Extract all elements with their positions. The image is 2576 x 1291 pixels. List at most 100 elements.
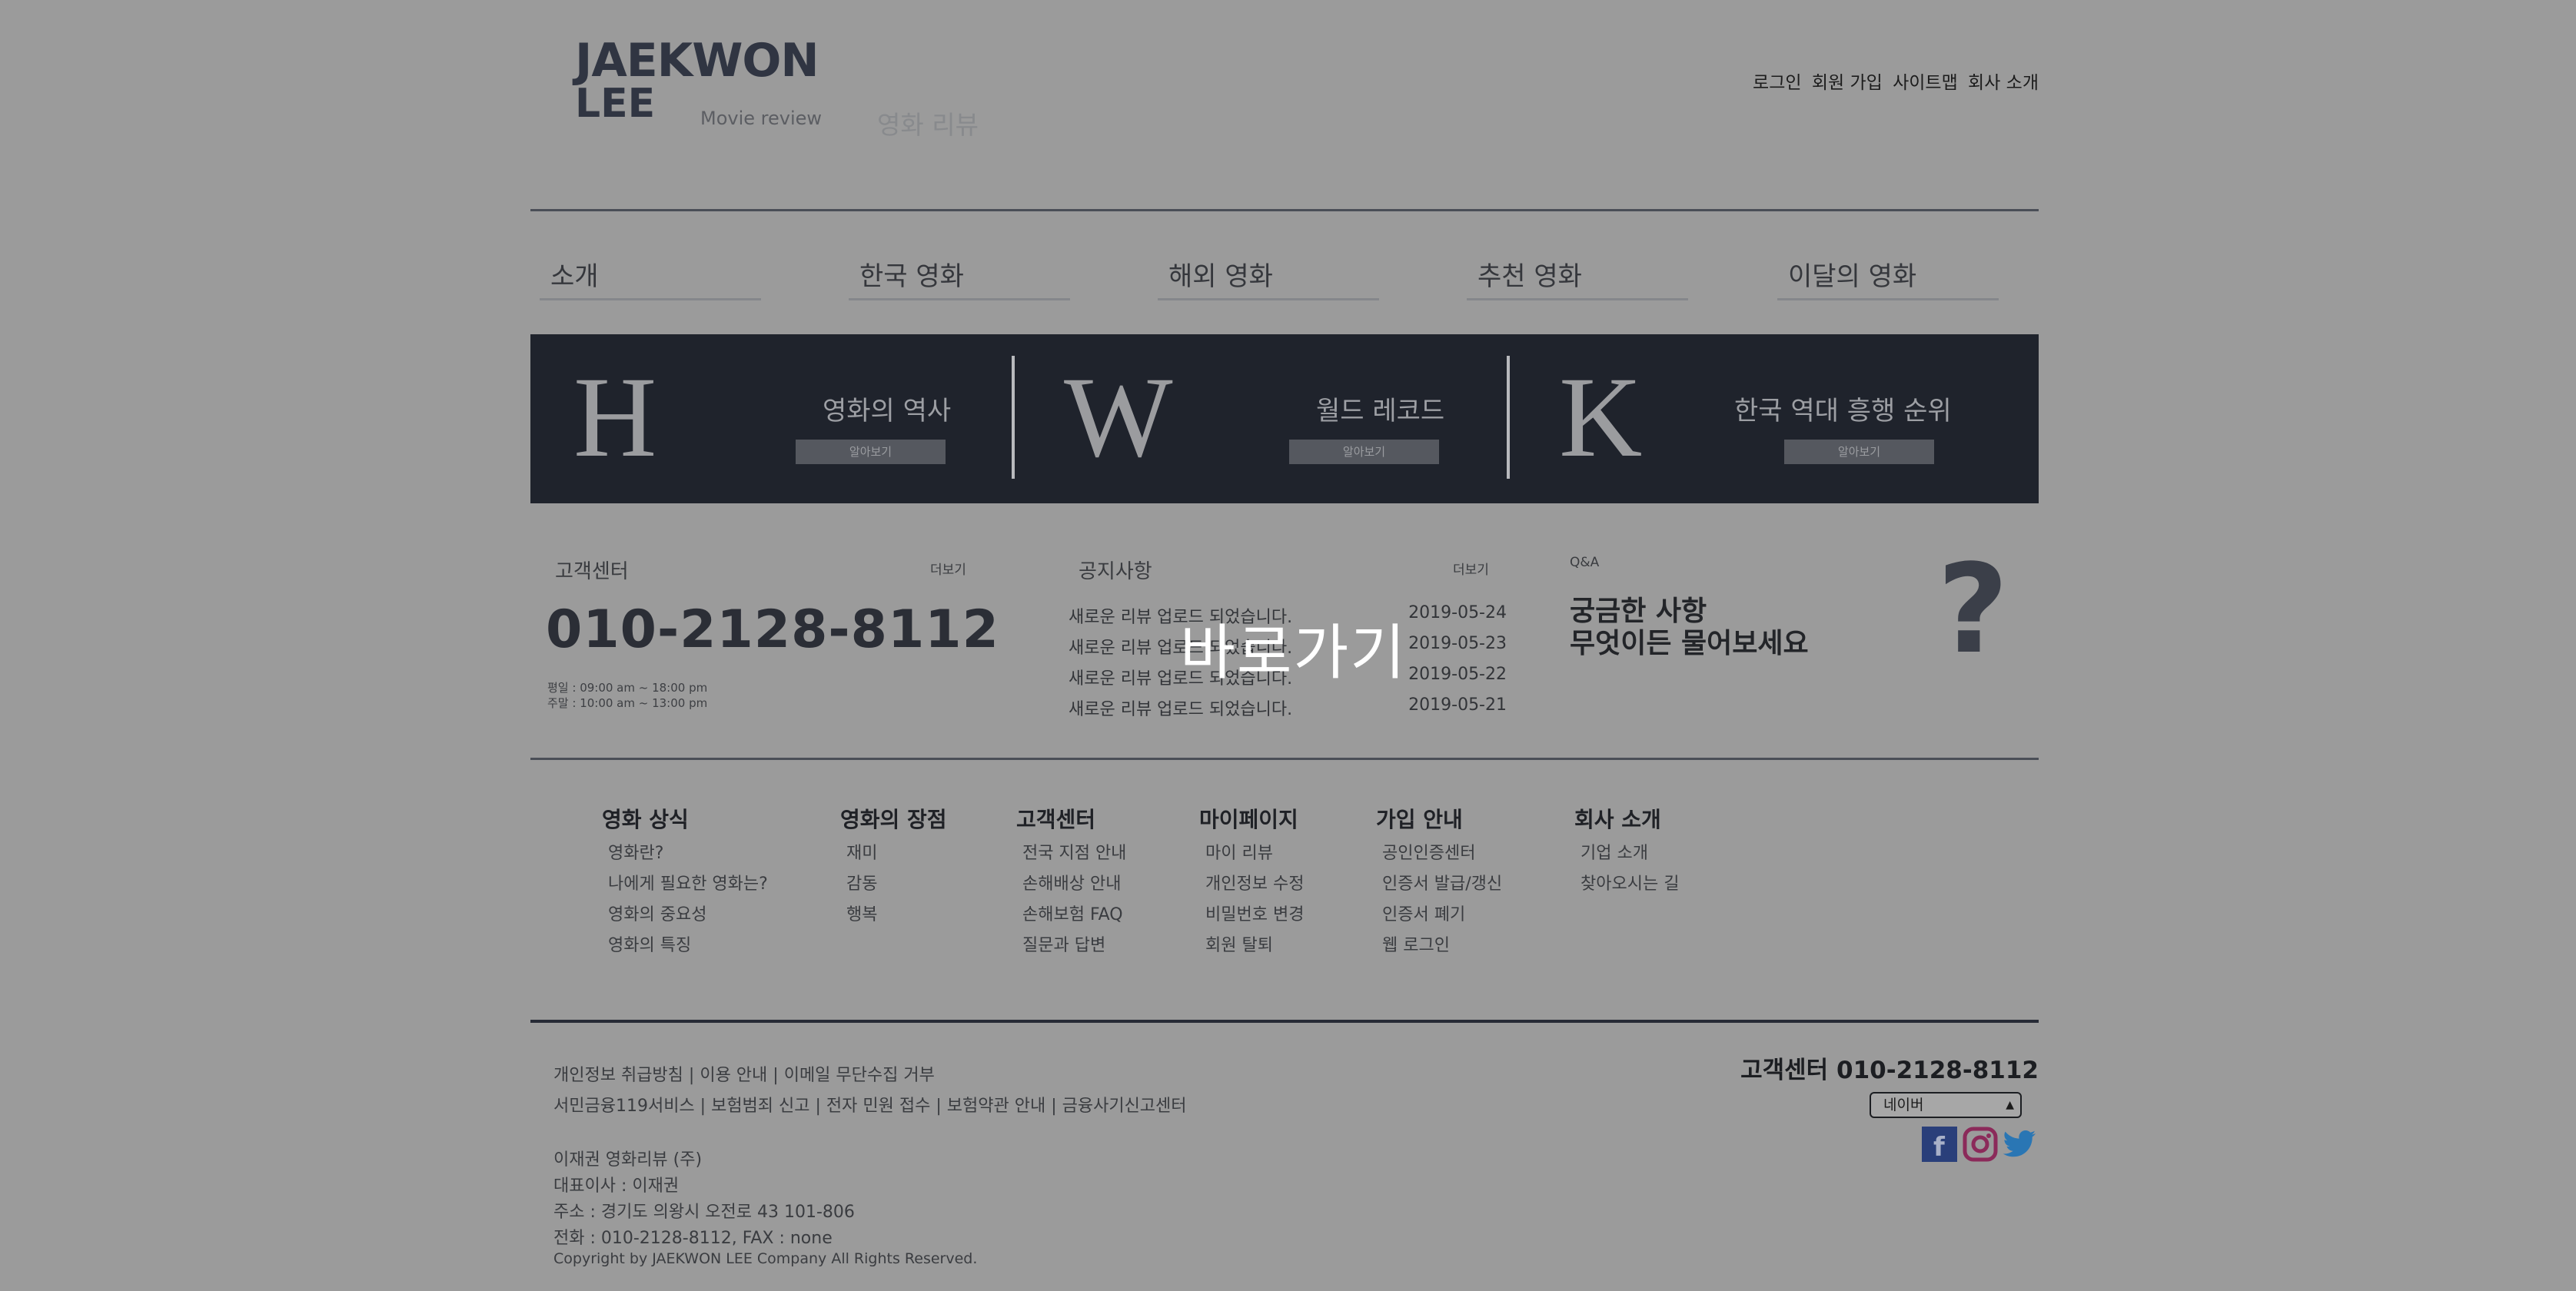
customer-center-label: 고객센터 bbox=[555, 560, 629, 583]
sitemap-link[interactable]: 영화란? bbox=[602, 838, 768, 869]
sitemap-link[interactable]: 영화의 중요성 bbox=[602, 900, 768, 931]
learn-more-button[interactable]: 알아보기 bbox=[796, 440, 946, 464]
banner-title: 영화의 역사 bbox=[823, 396, 952, 426]
qa-label: Q&A bbox=[1570, 555, 1600, 570]
feature-banner: H 영화의 역사 알아보기 W 월드 레코드 알아보기 K 한국 역대 흥행 순… bbox=[530, 334, 2039, 503]
banner-item-history: H 영화의 역사 알아보기 bbox=[530, 334, 1022, 503]
banner-divider bbox=[1012, 356, 1015, 479]
insurance-terms-link[interactable]: 보험약관 안내 bbox=[947, 1097, 1045, 1116]
nav-item-monthly[interactable]: 이달의 영화 bbox=[1777, 257, 1999, 300]
sitemap-heading[interactable]: 마이페이지 bbox=[1199, 803, 1304, 834]
notice-date: 2019-05-24 bbox=[1408, 603, 1507, 622]
sitemap-link[interactable]: 마이 리뷰 bbox=[1199, 838, 1304, 869]
hours-weekday: 평일 : 09:00 am ~ 18:00 pm bbox=[547, 681, 708, 695]
sitemap-link[interactable]: 행복 bbox=[840, 900, 947, 931]
sitemap-heading[interactable]: 회사 소개 bbox=[1574, 803, 1679, 834]
sitemap-heading[interactable]: 영화의 장점 bbox=[840, 803, 947, 834]
sitemap-column-customer-center: 고객센터 전국 지점 안내 손해배상 안내 손해보험 FAQ 질문과 답변 bbox=[1016, 803, 1126, 961]
notice-date: 2019-05-23 bbox=[1408, 634, 1507, 653]
company-name: 이재권 영화리뷰 (주) bbox=[553, 1150, 703, 1170]
header-divider bbox=[530, 209, 2039, 211]
section-divider bbox=[530, 758, 2039, 760]
footer-customer-center-phone: 고객센터 010-2128-8112 bbox=[1740, 1057, 2039, 1084]
question-mark-icon[interactable]: ? bbox=[1937, 544, 2009, 675]
nav-item-intro[interactable]: 소개 bbox=[540, 257, 761, 300]
sitemap-link[interactable]: 개인정보 수정 bbox=[1199, 869, 1304, 900]
signup-link[interactable]: 회원 가입 bbox=[1812, 73, 1883, 93]
sitemap-link[interactable]: 나에게 필요한 영화는? bbox=[602, 869, 768, 900]
sitemap-link[interactable]: 기업 소개 bbox=[1574, 838, 1679, 869]
sitemap-link[interactable]: 공인인증센터 bbox=[1376, 838, 1502, 869]
sitemap-link[interactable]: 찾아오시는 길 bbox=[1574, 869, 1679, 900]
terms-of-use-link[interactable]: 이용 안내 bbox=[700, 1066, 767, 1085]
notice-row: 새로운 리뷰 업로드 되었습니다. 2019-05-21 bbox=[1069, 695, 1507, 723]
logo-subtitle: Movie review bbox=[700, 108, 823, 129]
learn-more-button[interactable]: 알아보기 bbox=[1289, 440, 1439, 464]
instagram-icon[interactable] bbox=[1963, 1127, 1998, 1162]
customer-center-more-link[interactable]: 더보기 bbox=[930, 559, 966, 578]
qa-heading[interactable]: 궁금한 사항 무엇이든 물어보세요 bbox=[1570, 596, 1809, 660]
notices-more-link[interactable]: 더보기 bbox=[1453, 559, 1489, 578]
sitemap-link[interactable]: 웹 로그인 bbox=[1376, 931, 1502, 961]
banner-divider bbox=[1507, 356, 1510, 479]
twitter-icon[interactable] bbox=[2002, 1127, 2037, 1162]
notices-label: 공지사항 bbox=[1079, 560, 1152, 583]
sitemap-link[interactable]: 인증서 발급/갱신 bbox=[1376, 869, 1502, 900]
nav-item-korean-movies[interactable]: 한국 영화 bbox=[849, 257, 1070, 300]
sitemap-heading[interactable]: 영화 상식 bbox=[602, 803, 768, 834]
sitemap-link[interactable]: 사이트맵 bbox=[1893, 73, 1958, 93]
shortcut-overlay-text[interactable]: 바로가기 bbox=[1180, 605, 1407, 691]
svg-text:f: f bbox=[1933, 1132, 1946, 1162]
copyright: Copyright by JAEKWON LEE Company All Rig… bbox=[553, 1250, 978, 1267]
company-address: 주소 : 경기도 의왕시 오전로 43 101-806 bbox=[553, 1203, 855, 1222]
qa-line2: 무엇이든 물어보세요 bbox=[1570, 628, 1809, 659]
sitemap-link[interactable]: 비밀번호 변경 bbox=[1199, 900, 1304, 931]
e-complaint-link[interactable]: 전자 민원 접수 bbox=[826, 1097, 930, 1116]
logo-korean-title: 영화 리뷰 bbox=[877, 110, 979, 140]
finance-119-link[interactable]: 서민금융119서비스 bbox=[553, 1097, 695, 1116]
privacy-policy-link[interactable]: 개인정보 취급방침 bbox=[553, 1066, 683, 1085]
insurance-fraud-link[interactable]: 보험범죄 신고 bbox=[711, 1097, 809, 1116]
hours-weekend: 주말 : 10:00 am ~ 13:00 pm bbox=[547, 696, 708, 710]
sitemap-link[interactable]: 전국 지점 안내 bbox=[1016, 838, 1126, 869]
sitemap-link[interactable]: 영화의 특징 bbox=[602, 931, 768, 961]
sitemap-column-mypage: 마이페이지 마이 리뷰 개인정보 수정 비밀번호 변경 회원 탈퇴 bbox=[1199, 803, 1304, 961]
facebook-icon[interactable]: f bbox=[1922, 1127, 1957, 1163]
notice-title[interactable]: 새로운 리뷰 업로드 되었습니다. bbox=[1069, 695, 1292, 720]
main-nav: 소개 한국 영화 해외 영화 추천 영화 이달의 영화 bbox=[530, 257, 2039, 304]
nav-item-recommended[interactable]: 추천 영화 bbox=[1467, 257, 1688, 300]
sitemap-link[interactable]: 손해보험 FAQ bbox=[1016, 900, 1126, 931]
banner-item-world-record: W 월드 레코드 알아보기 bbox=[1025, 334, 1517, 503]
banner-title: 월드 레코드 bbox=[1316, 396, 1445, 426]
sitemap-link[interactable]: 재미 bbox=[840, 838, 947, 869]
sitemap-column-movie-knowledge: 영화 상식 영화란? 나에게 필요한 영화는? 영화의 중요성 영화의 특징 bbox=[602, 803, 768, 961]
email-refusal-link[interactable]: 이메일 무단수집 거부 bbox=[784, 1066, 935, 1085]
banner-letter: H bbox=[573, 353, 657, 481]
footer-links-row1: 개인정보 취급방침 | 이용 안내 | 이메일 무단수집 거부 bbox=[553, 1066, 935, 1085]
qa-line1: 궁금한 사항 bbox=[1570, 596, 1707, 627]
sitemap-column-company: 회사 소개 기업 소개 찾아오시는 길 bbox=[1574, 803, 1679, 900]
login-link[interactable]: 로그인 bbox=[1753, 73, 1801, 93]
customer-center-phone: 010-2128-8112 bbox=[546, 599, 999, 660]
select-arrows-icon: ▲ bbox=[2006, 1099, 2014, 1111]
sitemap-link[interactable]: 회원 탈퇴 bbox=[1199, 931, 1304, 961]
banner-item-box-office: K 한국 역대 흥행 순위 알아보기 bbox=[1521, 334, 2013, 503]
sitemap-heading[interactable]: 가입 안내 bbox=[1376, 803, 1502, 834]
nav-item-foreign-movies[interactable]: 해외 영화 bbox=[1158, 257, 1379, 300]
fraud-report-link[interactable]: 금융사기신고센터 bbox=[1062, 1097, 1187, 1116]
banner-title: 한국 역대 흥행 순위 bbox=[1734, 396, 1952, 426]
company-link[interactable]: 회사 소개 bbox=[1968, 73, 2039, 93]
logo-line2: LEE bbox=[575, 81, 656, 127]
page: JAEKWON LEE Movie review 영화 리뷰 로그인 회원 가입… bbox=[530, 0, 2039, 1291]
sitemap-link[interactable]: 손해배상 안내 bbox=[1016, 869, 1126, 900]
sitemap-link[interactable]: 인증서 폐기 bbox=[1376, 900, 1502, 931]
notice-date: 2019-05-22 bbox=[1408, 665, 1507, 684]
utility-menu: 로그인 회원 가입 사이트맵 회사 소개 bbox=[1748, 68, 2039, 94]
sitemap-heading[interactable]: 고객센터 bbox=[1016, 803, 1126, 834]
family-site-select[interactable]: 네이버 ▲ bbox=[1870, 1092, 2022, 1118]
logo-line1: JAEKWON bbox=[575, 34, 819, 88]
learn-more-button[interactable]: 알아보기 bbox=[1784, 440, 1934, 464]
sitemap-link[interactable]: 질문과 답변 bbox=[1016, 931, 1126, 961]
sitemap-link[interactable]: 감동 bbox=[840, 869, 947, 900]
sitemap-column-signup: 가입 안내 공인인증센터 인증서 발급/갱신 인증서 폐기 웹 로그인 bbox=[1376, 803, 1502, 961]
